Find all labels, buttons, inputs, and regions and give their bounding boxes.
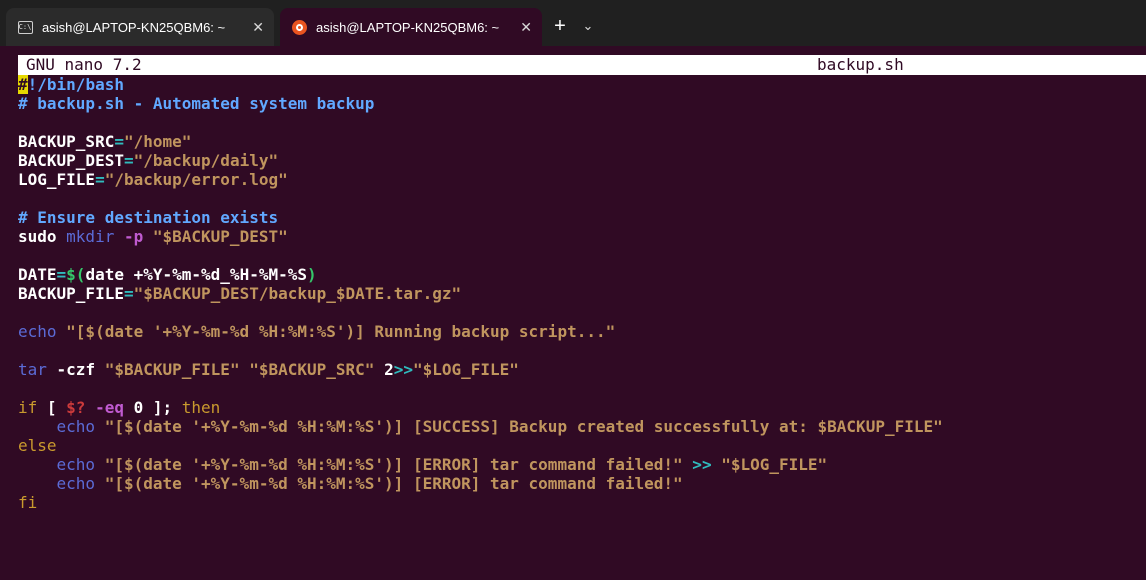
code-line: # backup.sh - Automated system backup (18, 94, 1146, 113)
tab-title: asish@LAPTOP-KN25QBM6: ~ (316, 19, 500, 35)
code-token: "/backup/error.log" (104, 170, 288, 189)
code-token: = (114, 132, 124, 151)
new-tab-button[interactable]: + (548, 14, 572, 38)
code-token: "$LOG_FILE" (711, 455, 828, 474)
code-token: $? (66, 398, 86, 417)
code-token: # backup.sh - Automated system backup (18, 94, 375, 113)
tab-title: asish@LAPTOP-KN25QBM6: ~ (42, 19, 226, 35)
code-token: "[$(date '+%Y-%m-%d %H:%M:%S')] [ERROR] … (95, 455, 683, 474)
code-token: -eq (85, 398, 134, 417)
code-token: BACKUP_DEST (18, 151, 124, 170)
code-line: echo "[$(date '+%Y-%m-%d %H:%M:%S')] Run… (18, 322, 1146, 341)
close-tab-icon[interactable]: ✕ (520, 19, 532, 36)
code-token: # Ensure destination exists (18, 208, 279, 227)
nano-filename: backup.sh (817, 55, 904, 74)
code-token: fi (18, 493, 38, 512)
code-token: "/backup/daily" (133, 151, 279, 170)
code-token: ]; (143, 398, 182, 417)
code-line: # Ensure destination exists (18, 208, 1146, 227)
code-line: BACKUP_FILE="$BACKUP_DEST/backup_$DATE.t… (18, 284, 1146, 303)
code-token: "[$(date '+%Y-%m-%d %H:%M:%S')] [SUCCESS… (95, 417, 943, 436)
code-line: tar -czf "$BACKUP_FILE" "$BACKUP_SRC" 2>… (18, 360, 1146, 379)
code-token: BACKUP_FILE (18, 284, 124, 303)
code-token: then (181, 398, 221, 417)
code-token: "$BACKUP_DEST" (143, 227, 288, 246)
code-token: echo (56, 474, 96, 493)
code-token: date +%Y-%m-%d_%H-%M-%S (85, 265, 307, 284)
code-token: = (123, 151, 134, 170)
code-token: LOG_FILE (18, 170, 96, 189)
code-token: -p (114, 227, 144, 246)
tab-bar: C:\ asish@LAPTOP-KN25QBM6: ~ ✕ asish@LAP… (0, 0, 1146, 46)
code-token: !/bin/bash (27, 75, 124, 94)
code-line: echo "[$(date '+%Y-%m-%d %H:%M:%S')] [ER… (18, 455, 1146, 474)
code-token: = (123, 284, 134, 303)
code-token: " (133, 284, 144, 303)
code-token: DATE (18, 265, 57, 284)
code-line: BACKUP_DEST="/backup/daily" (18, 151, 1146, 170)
code-token: echo (56, 417, 96, 436)
code-line: DATE=$(date +%Y-%m-%d_%H-%M-%S) (18, 265, 1146, 284)
code-line: LOG_FILE="/backup/error.log" (18, 170, 1146, 189)
code-token: ) (307, 265, 317, 284)
code-token: "$LOG_FILE" (412, 360, 519, 379)
code-line: #!/bin/bash (18, 75, 1146, 94)
code-line: echo "[$(date '+%Y-%m-%d %H:%M:%S')] [SU… (18, 417, 1146, 436)
nano-title-bar: GNU nano 7.2 backup.sh (18, 55, 1146, 75)
code-token: >> (393, 360, 413, 379)
code-line: echo "[$(date '+%Y-%m-%d %H:%M:%S')] [ER… (18, 474, 1146, 493)
code-token: tar (18, 360, 47, 379)
tab-ubuntu[interactable]: asish@LAPTOP-KN25QBM6: ~ ✕ (280, 8, 542, 46)
code-token: = (95, 170, 105, 189)
code-token: " (451, 284, 462, 303)
code-token: echo (56, 455, 96, 474)
code-token: echo (18, 322, 57, 341)
ubuntu-icon (290, 19, 308, 35)
editor-text-area[interactable]: #!/bin/bash # backup.sh - Automated syste… (18, 75, 1146, 512)
code-token: "[$(date '+%Y-%m-%d %H:%M:%S')] Running … (56, 322, 616, 341)
code-token: if (18, 398, 38, 417)
code-token: "/home" (123, 132, 192, 151)
code-token: >> (682, 455, 712, 474)
code-line: sudo mkdir -p "$BACKUP_DEST" (18, 227, 1146, 246)
code-line: fi (18, 493, 1146, 512)
code-line: BACKUP_SRC="/home" (18, 132, 1146, 151)
code-token: 0 (133, 398, 144, 417)
nano-version: GNU nano 7.2 (26, 55, 142, 74)
code-line: else (18, 436, 1146, 455)
code-token: = (56, 265, 67, 284)
close-tab-icon[interactable]: ✕ (252, 19, 264, 36)
code-token: 2 (374, 360, 394, 379)
code-token: $( (66, 265, 86, 284)
code-token: "[$(date '+%Y-%m-%d %H:%M:%S')] [ERROR] … (95, 474, 683, 493)
cmd-icon: C:\ (16, 20, 34, 34)
code-token: mkdir (56, 227, 115, 246)
code-token: "$BACKUP_SRC" (239, 360, 375, 379)
code-token: [ (37, 398, 67, 417)
code-token: "$BACKUP_FILE" (95, 360, 240, 379)
code-token: -czf (46, 360, 96, 379)
code-line: if [ $? -eq 0 ]; then (18, 398, 1146, 417)
code-token: BACKUP_SRC (18, 132, 115, 151)
code-token: else (18, 436, 57, 455)
code-token: sudo (18, 227, 57, 246)
tab-cmd[interactable]: C:\ asish@LAPTOP-KN25QBM6: ~ ✕ (6, 8, 274, 46)
code-token: $BACKUP_DEST/backup_$DATE.tar.gz (143, 284, 452, 303)
chevron-down-icon[interactable]: ⌄ (576, 14, 600, 38)
code-token: # (18, 75, 28, 94)
